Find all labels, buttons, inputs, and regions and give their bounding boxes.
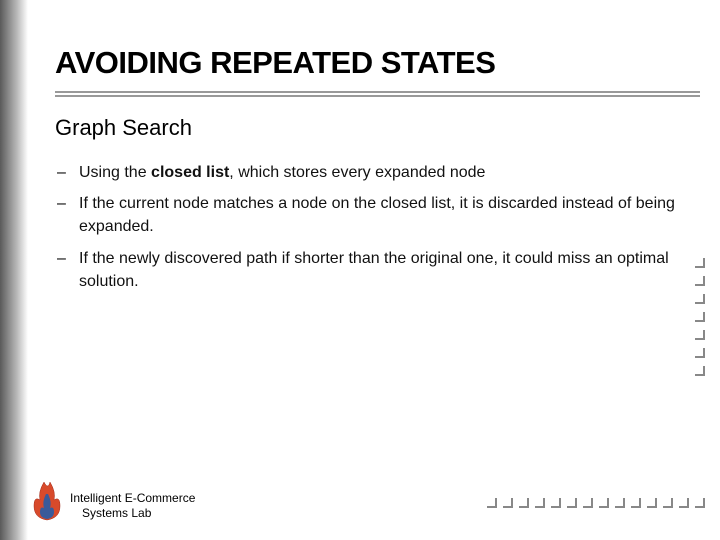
slide-subtitle: Graph Search <box>55 115 700 141</box>
decorative-squares-vertical <box>692 254 708 380</box>
footer-line2: Systems Lab <box>70 506 195 522</box>
bullet-text-pre: If the newly discovered path if shorter … <box>79 250 669 290</box>
title-divider <box>55 91 700 97</box>
bullet-text-bold: closed list <box>151 164 229 181</box>
square-icon <box>695 312 705 322</box>
square-icon <box>695 258 705 268</box>
square-icon <box>695 366 705 376</box>
square-icon <box>695 294 705 304</box>
square-icon <box>615 498 625 508</box>
slide-title: AVOIDING REPEATED STATES <box>55 45 700 81</box>
square-icon <box>647 498 657 508</box>
square-icon <box>631 498 641 508</box>
flame-icon <box>30 480 64 522</box>
square-icon <box>519 498 529 508</box>
slide-content: AVOIDING REPEATED STATES Graph Search Us… <box>55 0 700 301</box>
square-icon <box>567 498 577 508</box>
square-icon <box>599 498 609 508</box>
square-icon <box>679 498 689 508</box>
square-icon <box>551 498 561 508</box>
square-icon <box>487 498 497 508</box>
bullet-text-pre: Using the <box>79 164 151 181</box>
left-gradient-bar <box>0 0 28 540</box>
footer-line1: Intelligent E-Commerce <box>70 491 195 507</box>
square-icon <box>663 498 673 508</box>
list-item: If the newly discovered path if shorter … <box>55 247 700 293</box>
list-item: Using the closed list, which stores ever… <box>55 161 700 184</box>
square-icon <box>535 498 545 508</box>
square-icon <box>695 348 705 358</box>
square-icon <box>583 498 593 508</box>
list-item: If the current node matches a node on th… <box>55 192 700 238</box>
square-icon <box>503 498 513 508</box>
footer-text: Intelligent E-Commerce Systems Lab <box>70 491 195 522</box>
bullet-text-post: , which stores every expanded node <box>229 164 485 181</box>
bullet-text-pre: If the current node matches a node on th… <box>79 195 675 235</box>
decorative-squares-horizontal <box>484 494 708 512</box>
square-icon <box>695 276 705 286</box>
bullet-list: Using the closed list, which stores ever… <box>55 161 700 293</box>
square-icon <box>695 498 705 508</box>
square-icon <box>695 330 705 340</box>
